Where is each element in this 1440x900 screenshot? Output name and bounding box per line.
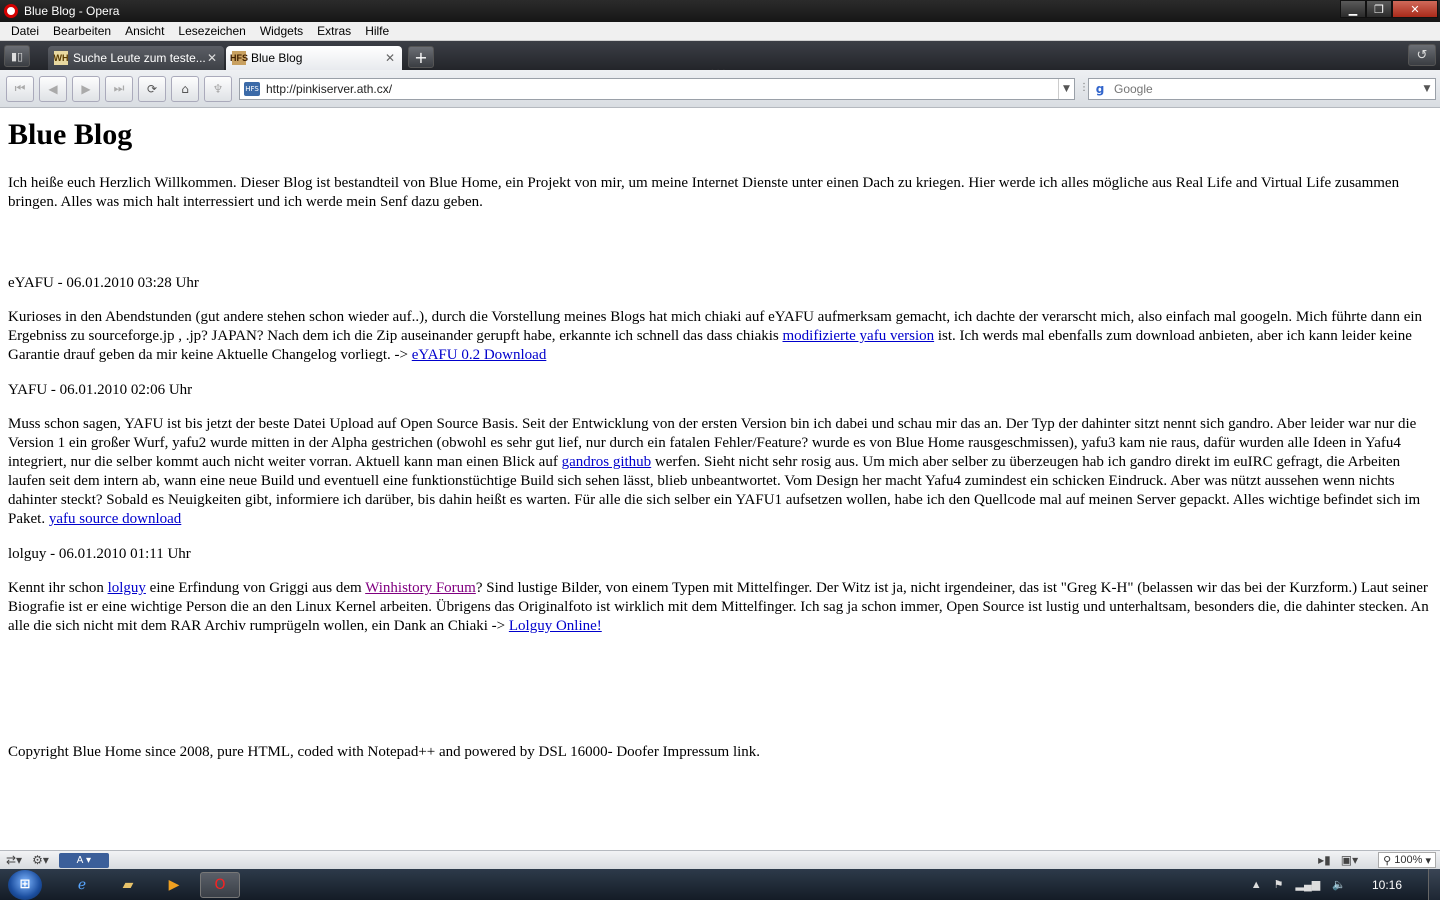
minimize-button[interactable]: ▁ — [1340, 0, 1366, 18]
address-field[interactable]: HFS http://pinkiserver.ath.cx/ ▼ — [239, 78, 1075, 100]
winhistory-favicon-icon: WH — [53, 51, 69, 65]
page-content: Blue Blog Ich heiße euch Herzlich Willko… — [0, 108, 1440, 850]
menu-bar: Datei Bearbeiten Ansicht Lesezeichen Wid… — [0, 22, 1440, 41]
view-mode-label: A — [76, 854, 84, 866]
menu-bearbeiten[interactable]: Bearbeiten — [46, 24, 118, 38]
gandros-github-link[interactable]: gandros github — [562, 454, 652, 470]
view-mode-button[interactable]: A ▾ — [58, 852, 109, 868]
post-body: Kennt ihr schon lolguy eine Erfindung vo… — [8, 579, 1432, 636]
forward-arrow-icon[interactable]: ▶ — [72, 75, 100, 102]
yafu-source-download-link[interactable]: yafu source download — [49, 511, 181, 527]
site-identity-icon[interactable]: HFS — [244, 82, 260, 96]
tab-suche-leute[interactable]: WH Suche Leute zum teste... ✕ — [48, 46, 224, 70]
lolguy-link[interactable]: lolguy — [108, 580, 146, 596]
media-player-icon[interactable]: ▶ — [154, 872, 194, 898]
post-title: lolguy - 06.01.2010 01:11 Uhr — [8, 546, 191, 562]
url-text[interactable]: http://pinkiserver.ath.cx/ — [266, 82, 1058, 96]
post-text: Kennt ihr schon — [8, 580, 108, 596]
maximize-button[interactable]: ❐ — [1366, 0, 1392, 18]
menu-datei[interactable]: Datei — [4, 24, 46, 38]
chevron-down-icon[interactable]: ▼ — [1058, 79, 1074, 99]
menu-extras[interactable]: Extras — [310, 24, 358, 38]
opera-taskbar-icon[interactable]: O — [200, 871, 240, 898]
post-body: Kurioses in den Abendstunden (gut andere… — [8, 308, 1432, 365]
system-tray: ▲ ⚑ ▂▄▆ 🔈 10:16 — [1251, 869, 1440, 900]
fast-forward-icon[interactable]: ⏭ — [105, 75, 133, 102]
navigation-bar: ⏮ ◀ ▶ ⏭ ⟳ ⌂ ♆ HFS http://pinkiserver.ath… — [0, 70, 1440, 108]
lolguy-online-link[interactable]: Lolguy Online! — [509, 618, 602, 634]
window-title: Blue Blog - Opera — [24, 4, 120, 18]
search-input[interactable] — [1114, 82, 1419, 96]
network-icon[interactable]: ▂▄▆ — [1296, 878, 1321, 891]
internet-explorer-icon[interactable]: ℯ — [62, 872, 102, 898]
zoom-control[interactable]: ⚲ 100% ▾ — [1378, 852, 1436, 868]
sync-icon[interactable]: ⇄▾ — [6, 853, 22, 867]
search-field[interactable]: g ▼ — [1088, 78, 1436, 100]
tray-expand-icon[interactable]: ▲ — [1251, 879, 1262, 891]
zoom-level: 100% — [1394, 854, 1423, 866]
rewind-icon[interactable]: ⏮ — [6, 75, 34, 102]
window-titlebar: Blue Blog - Opera ▁ ❐ ✕ — [0, 0, 1440, 22]
chevron-down-icon[interactable]: ▼ — [1419, 79, 1435, 99]
tab-close-icon[interactable]: ✕ — [384, 51, 396, 65]
intro-paragraph: Ich heiße euch Herzlich Willkommen. Dies… — [8, 175, 1400, 210]
hfs-favicon-icon: HFS — [230, 51, 248, 65]
google-icon[interactable]: g — [1092, 81, 1108, 97]
volume-icon[interactable]: 🔈 — [1332, 878, 1346, 891]
magnifier-icon: ⚲ — [1383, 854, 1395, 867]
opera-logo-icon — [4, 4, 18, 18]
image-toggle-icon[interactable]: ▣▾ — [1341, 853, 1358, 867]
closed-tabs-icon[interactable]: ↺ — [1408, 44, 1436, 66]
plus-icon[interactable]: + — [408, 46, 434, 68]
page-title: Blue Blog — [8, 118, 133, 151]
eyafu-download-link[interactable]: eYAFU 0.2 Download — [412, 347, 547, 363]
post-body: Muss schon sagen, YAFU ist bis jetzt der… — [8, 415, 1432, 529]
wand-icon[interactable]: ♆ — [204, 75, 232, 102]
folder-icon[interactable]: ▰ — [108, 872, 148, 898]
menu-lesezeichen[interactable]: Lesezeichen — [171, 24, 252, 38]
winhistory-forum-link[interactable]: Winhistory Forum — [365, 580, 476, 596]
page-footer: Copyright Blue Home since 2008, pure HTM… — [8, 744, 761, 760]
panel-toggle-icon[interactable]: ▮▯ — [4, 45, 30, 67]
start-button[interactable]: ⊞ — [8, 869, 42, 900]
taskbar: ⊞ ℯ ▰ ▶ O ▲ ⚑ ▂▄▆ 🔈 10:16 — [0, 869, 1440, 900]
post-text: eine Erfindung von Griggi aus dem — [145, 580, 366, 596]
post-title: eYAFU - 06.01.2010 03:28 Uhr — [8, 275, 199, 291]
clock[interactable]: 10:16 — [1372, 878, 1402, 892]
window-controls: ▁ ❐ ✕ — [1340, 0, 1438, 18]
status-bar: ⇄▾ ⚙▾ A ▾ ▸▮ ▣▾ ⚲ 100% ▾ — [0, 850, 1440, 869]
status-right: ▸▮ ▣▾ ⚲ 100% ▾ — [1318, 852, 1436, 868]
tab-label: Blue Blog — [251, 51, 303, 65]
action-center-icon[interactable]: ⚑ — [1274, 878, 1284, 891]
menu-hilfe[interactable]: Hilfe — [358, 24, 396, 38]
back-arrow-icon[interactable]: ◀ — [39, 75, 67, 102]
close-button[interactable]: ✕ — [1392, 0, 1438, 18]
home-icon[interactable]: ⌂ — [171, 75, 199, 102]
modifizierte-yafu-link[interactable]: modifizierte yafu version — [783, 328, 935, 344]
menu-widgets[interactable]: Widgets — [253, 24, 310, 38]
tab-close-icon[interactable]: ✕ — [206, 51, 218, 65]
post-title: YAFU - 06.01.2010 02:06 Uhr — [8, 382, 193, 398]
tab-bar: ▮▯ WH Suche Leute zum teste... ✕ HFS Blu… — [0, 41, 1440, 70]
tab-label: Suche Leute zum teste... — [73, 51, 206, 65]
tab-blue-blog[interactable]: HFS Blue Blog ✕ — [226, 46, 402, 70]
unite-icon[interactable]: ⚙▾ — [32, 853, 49, 867]
panel-icon[interactable]: ▸▮ — [1318, 853, 1331, 867]
show-desktop-button[interactable] — [1428, 869, 1440, 900]
reload-icon[interactable]: ⟳ — [138, 75, 166, 102]
menu-ansicht[interactable]: Ansicht — [118, 24, 171, 38]
